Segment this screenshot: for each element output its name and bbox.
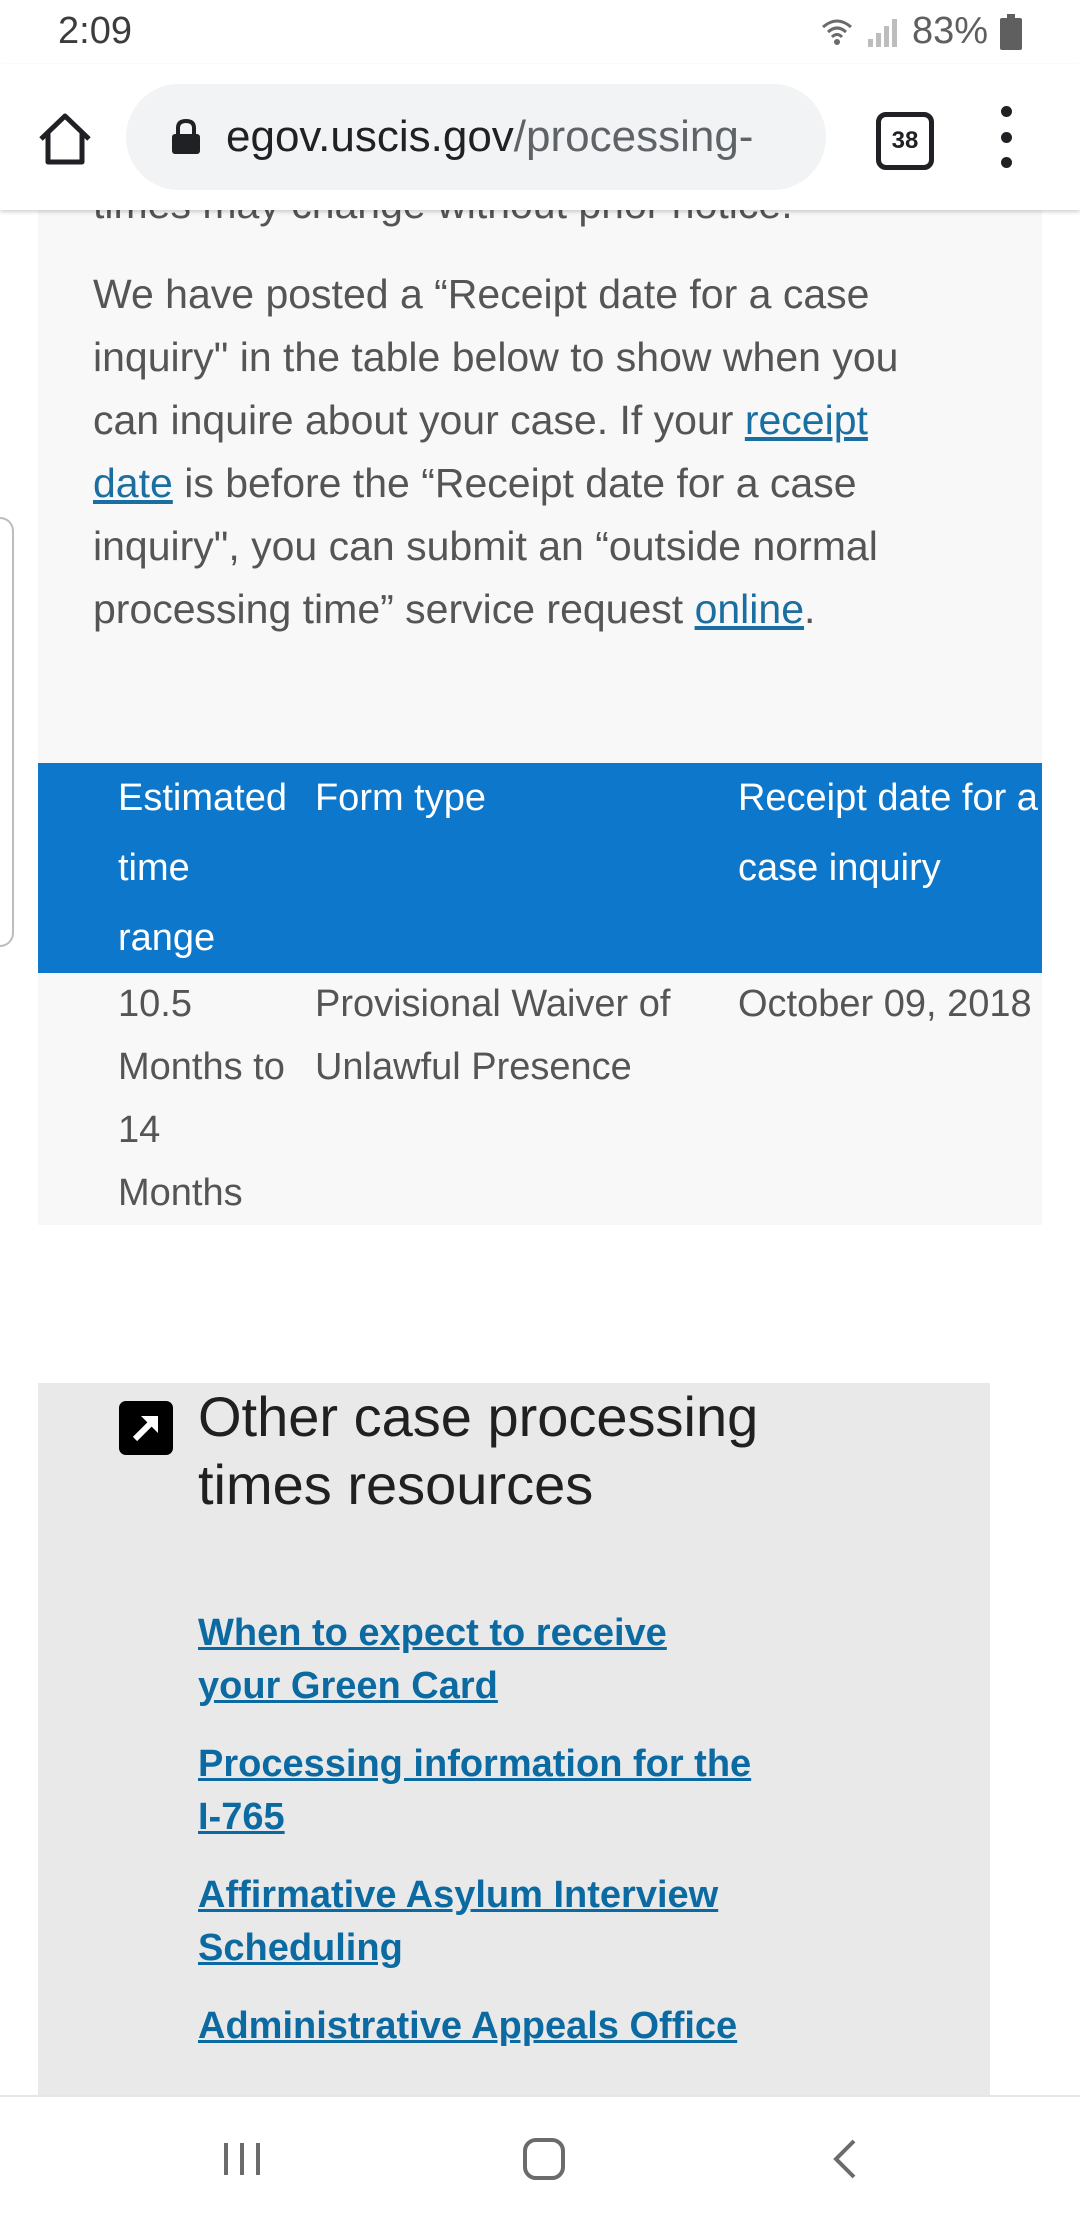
external-link-icon: [119, 1401, 173, 1455]
system-nav-bar: [0, 2095, 1080, 2222]
back-chevron-icon: [833, 2139, 856, 2179]
back-button[interactable]: [814, 2127, 878, 2191]
tab-switcher-button[interactable]: 38: [876, 112, 934, 170]
recents-icon: [224, 2143, 260, 2175]
processing-times-table: Estimated time range Form type Receipt d…: [38, 763, 1042, 1225]
page-content: times may change without prior notice. W…: [0, 210, 1080, 2095]
header-time-range: Estimated time range: [118, 777, 287, 959]
table-header-row: Estimated time range Form type Receipt d…: [38, 763, 1042, 973]
menu-dot-icon: [1000, 106, 1012, 117]
resources-link-list: When to expect to receive your Green Car…: [198, 1607, 758, 2078]
home-square-icon: [523, 2138, 565, 2180]
intro-paragraph: We have posted a “Receipt date for a cas…: [93, 263, 923, 641]
side-panel-handle[interactable]: [0, 517, 14, 947]
url-text: egov.uscis.gov/processing-: [226, 112, 753, 162]
url-host: egov.uscis.gov: [226, 112, 514, 161]
resources-panel: Other case processing times resources Wh…: [38, 1383, 990, 2095]
recent-apps-button[interactable]: [210, 2127, 274, 2191]
cell-form-type: Provisional Waiver of Unlawful Presence: [314, 983, 671, 1088]
menu-dot-icon: [1000, 131, 1012, 143]
home-button[interactable]: [30, 104, 100, 174]
header-receipt-date: Receipt date for a case inquiry: [737, 777, 1038, 889]
header-form-type: Form type: [314, 777, 487, 819]
cut-off-text: times may change without prior notice.: [93, 210, 793, 235]
status-time: 2:09: [58, 10, 132, 52]
status-bar: 2:09 83%: [0, 0, 1080, 64]
address-bar[interactable]: egov.uscis.gov/processing-: [126, 84, 826, 190]
asylum-scheduling-link[interactable]: Affirmative Asylum Interview Scheduling: [198, 1874, 718, 1969]
menu-dot-icon: [1000, 157, 1012, 168]
table-row: 10.5 Months to 14 Months Provisional Wai…: [38, 973, 1042, 1225]
i765-link[interactable]: Processing information for the I-765: [198, 1743, 751, 1838]
lock-icon: [170, 118, 202, 156]
list-item: Administrative Appeals Office: [198, 2000, 758, 2053]
cell-receipt-date: October 09, 2018: [737, 983, 1032, 1025]
home-icon: [39, 113, 91, 165]
browser-toolbar: egov.uscis.gov/processing- 38: [0, 64, 1080, 210]
intro-text-3: .: [804, 586, 816, 632]
green-card-link[interactable]: When to expect to receive your Green Car…: [198, 1612, 667, 1707]
appeals-office-link[interactable]: Administrative Appeals Office: [198, 2005, 737, 2047]
online-link[interactable]: online: [695, 586, 804, 632]
more-options-button[interactable]: [980, 102, 1032, 172]
wifi-icon: [820, 15, 854, 49]
status-icons: 83%: [820, 10, 1022, 53]
battery-icon: [1000, 13, 1022, 50]
list-item: Affirmative Asylum Interview Scheduling: [198, 1869, 758, 1975]
list-item: When to expect to receive your Green Car…: [198, 1607, 758, 1713]
battery-percent: 83%: [911, 10, 988, 52]
home-nav-button[interactable]: [512, 2127, 576, 2191]
list-item: Processing information for the I-765: [198, 1738, 758, 1844]
resources-title: Other case processing times resources: [198, 1385, 759, 1516]
url-path: /processing-: [513, 112, 754, 161]
signal-icon: [866, 15, 900, 49]
cell-time-range: 10.5 Months to 14 Months: [118, 983, 285, 1214]
